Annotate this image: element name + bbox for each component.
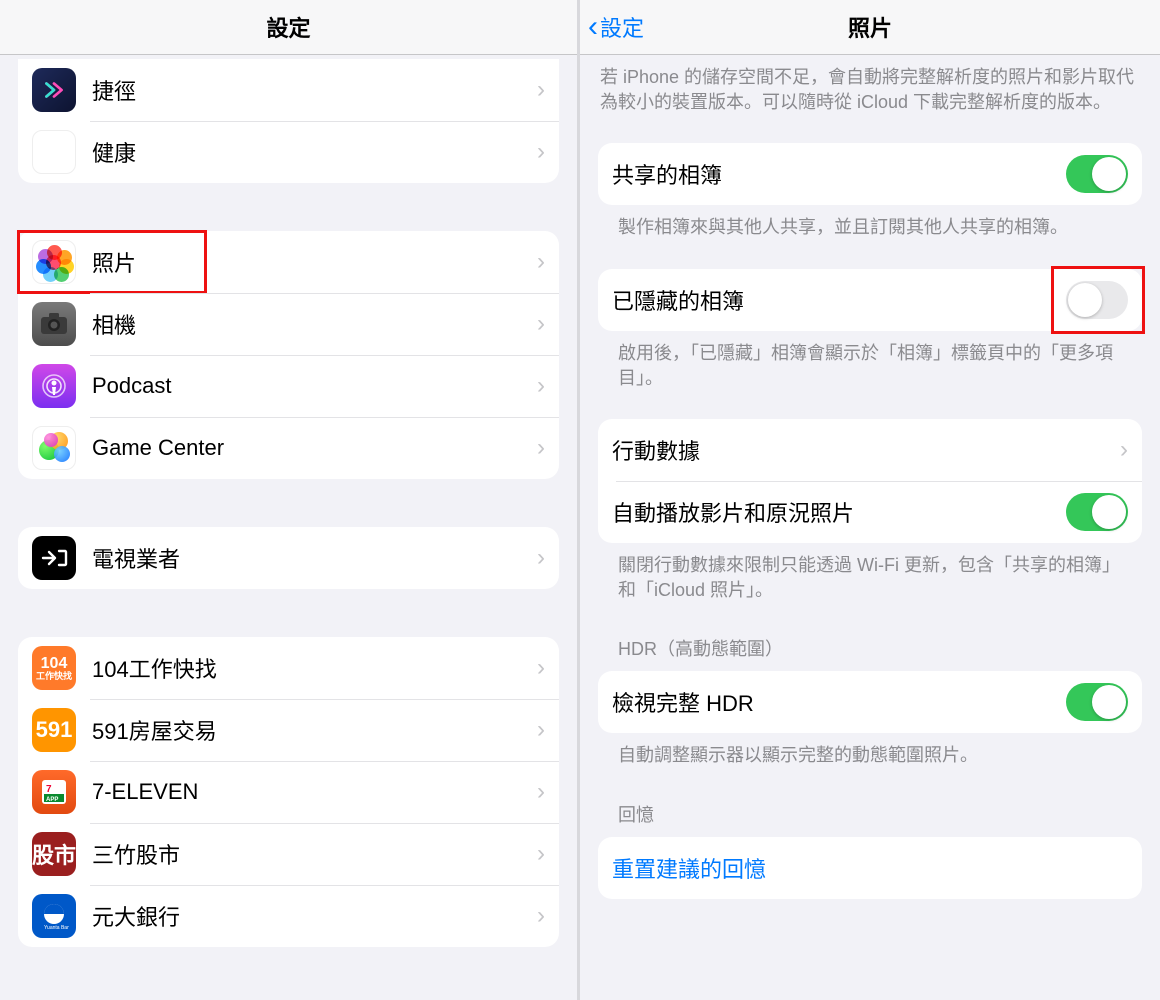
chevron-right-icon: › <box>1120 436 1128 464</box>
settings-pane: 設定 捷徑 › ♥ 健康 › <box>0 0 580 1000</box>
row-gamecenter[interactable]: Game Center › <box>18 417 559 479</box>
hdr-note: 自動調整顯示器以顯示完整的動態範圍照片。 <box>598 733 1142 782</box>
row-photos[interactable]: 照片 › <box>18 231 559 293</box>
row-cellular[interactable]: 行動數據 › <box>598 419 1142 481</box>
group-hdr: 檢視完整 HDR <box>598 671 1142 733</box>
hidden-note: 啟用後，「已隱藏」相簿會顯示於「相簿」標籤頁中的「更多項目」。 <box>598 331 1142 405</box>
autoplay-note: 關閉行動數據來限制只能透過 Wi-Fi 更新，包含「共享的相簿」和「iCloud… <box>598 543 1142 617</box>
chevron-right-icon: › <box>537 138 545 166</box>
toggle-autoplay[interactable] <box>1066 493 1128 531</box>
chevron-right-icon: › <box>537 248 545 276</box>
chevron-right-icon: › <box>537 654 545 682</box>
row-podcast[interactable]: Podcast › <box>18 355 559 417</box>
row-reset-memories[interactable]: 重置建議的回憶 <box>598 837 1142 899</box>
group-memories: 重置建議的回憶 <box>598 837 1142 899</box>
row-label: 健康 <box>92 136 537 168</box>
row-label: 捷徑 <box>92 74 537 106</box>
row-label: 三竹股市 <box>92 838 537 870</box>
group-3: 104工作快找 104工作快找 › 591 591房屋交易 › 7 APP 7-E… <box>18 637 559 947</box>
chevron-right-icon: › <box>537 434 545 462</box>
row-shortcuts[interactable]: 捷徑 › <box>18 59 559 121</box>
camera-icon <box>32 302 76 346</box>
chevron-right-icon: › <box>537 840 545 868</box>
toggle-hdr[interactable] <box>1066 683 1128 721</box>
row-yuanta[interactable]: Yuanta Bank 元大銀行 › <box>18 885 559 947</box>
row-label: 已隱藏的相簿 <box>612 284 1066 316</box>
row-label: 照片 <box>92 246 537 278</box>
app-591-icon: 591 <box>32 708 76 752</box>
row-label: 電視業者 <box>92 542 537 574</box>
group-1: 照片 › 相機 › Podcast › <box>18 231 559 479</box>
row-label: 自動播放影片和原況照片 <box>612 496 1066 528</box>
memories-header: 回憶 <box>598 783 1142 831</box>
tv-icon <box>32 536 76 580</box>
toggle-shared-albums[interactable] <box>1066 155 1128 193</box>
health-icon: ♥ <box>32 130 76 174</box>
back-label: 設定 <box>600 11 644 43</box>
group-shared: 共享的相簿 <box>598 143 1142 205</box>
chevron-right-icon: › <box>537 310 545 338</box>
group-2: 電視業者 › <box>18 527 559 589</box>
svg-text:Yuanta Bank: Yuanta Bank <box>44 925 69 931</box>
intro-note: 若 iPhone 的儲存空間不足，會自動將完整解析度的照片和影片取代為較小的裝置… <box>580 55 1160 129</box>
app-stock-icon: 股市 <box>32 832 76 876</box>
navbar-left: 設定 <box>0 0 577 55</box>
page-title: 照片 <box>848 11 892 43</box>
row-label: 591房屋交易 <box>92 714 537 746</box>
hdr-header: HDR（高動態範圍） <box>598 617 1142 665</box>
row-104[interactable]: 104工作快找 104工作快找 › <box>18 637 559 699</box>
photos-settings-pane: ‹ 設定 照片 若 iPhone 的儲存空間不足，會自動將完整解析度的照片和影片… <box>580 0 1160 1000</box>
row-label: 7-ELEVEN <box>92 779 537 805</box>
row-label: 元大銀行 <box>92 900 537 932</box>
photos-settings-list: 共享的相簿 製作相簿來與其他人共享，並且訂閱其他人共享的相簿。 已隱藏的相簿 啟… <box>580 143 1160 898</box>
group-hidden: 已隱藏的相簿 <box>598 269 1142 331</box>
gamecenter-icon <box>32 426 76 470</box>
app-104-icon: 104工作快找 <box>32 646 76 690</box>
row-711[interactable]: 7 APP 7-ELEVEN › <box>18 761 559 823</box>
shared-note: 製作相簿來與其他人共享，並且訂閱其他人共享的相簿。 <box>598 205 1142 254</box>
row-health[interactable]: ♥ 健康 › <box>18 121 559 183</box>
row-shared-albums[interactable]: 共享的相簿 <box>598 143 1142 205</box>
row-label: 共享的相簿 <box>612 158 1066 190</box>
chevron-left-icon: ‹ <box>588 12 598 42</box>
row-label: 行動數據 <box>612 434 1120 466</box>
row-label: 檢視完整 HDR <box>612 686 1066 718</box>
row-autoplay[interactable]: 自動播放影片和原況照片 <box>598 481 1142 543</box>
toggle-hidden-album[interactable] <box>1066 281 1128 319</box>
app-711-icon: 7 APP <box>32 770 76 814</box>
app-yuanta-icon: Yuanta Bank <box>32 894 76 938</box>
row-stock[interactable]: 股市 三竹股市 › <box>18 823 559 885</box>
row-591[interactable]: 591 591房屋交易 › <box>18 699 559 761</box>
row-tvprovider[interactable]: 電視業者 › <box>18 527 559 589</box>
row-label: 重置建議的回憶 <box>612 852 1128 884</box>
chevron-right-icon: › <box>537 778 545 806</box>
group-0: 捷徑 › ♥ 健康 › <box>18 59 559 183</box>
settings-list: 捷徑 › ♥ 健康 › <box>0 59 577 947</box>
navbar-right: ‹ 設定 照片 <box>580 0 1160 55</box>
row-label: 104工作快找 <box>92 652 537 684</box>
chevron-right-icon: › <box>537 716 545 744</box>
podcast-icon <box>32 364 76 408</box>
row-label: Game Center <box>92 435 537 461</box>
row-hdr[interactable]: 檢視完整 HDR <box>598 671 1142 733</box>
back-button[interactable]: ‹ 設定 <box>588 11 644 43</box>
shortcuts-icon <box>32 68 76 112</box>
chevron-right-icon: › <box>537 544 545 572</box>
photos-icon <box>32 240 76 284</box>
row-camera[interactable]: 相機 › <box>18 293 559 355</box>
chevron-right-icon: › <box>537 902 545 930</box>
chevron-right-icon: › <box>537 372 545 400</box>
row-label: 相機 <box>92 308 537 340</box>
svg-text:APP: APP <box>46 797 58 803</box>
svg-text:7: 7 <box>46 784 52 795</box>
chevron-right-icon: › <box>537 76 545 104</box>
page-title: 設定 <box>266 11 310 43</box>
row-label: Podcast <box>92 373 537 399</box>
group-cellular: 行動數據 › 自動播放影片和原況照片 <box>598 419 1142 543</box>
row-hidden-album[interactable]: 已隱藏的相簿 <box>598 269 1142 331</box>
